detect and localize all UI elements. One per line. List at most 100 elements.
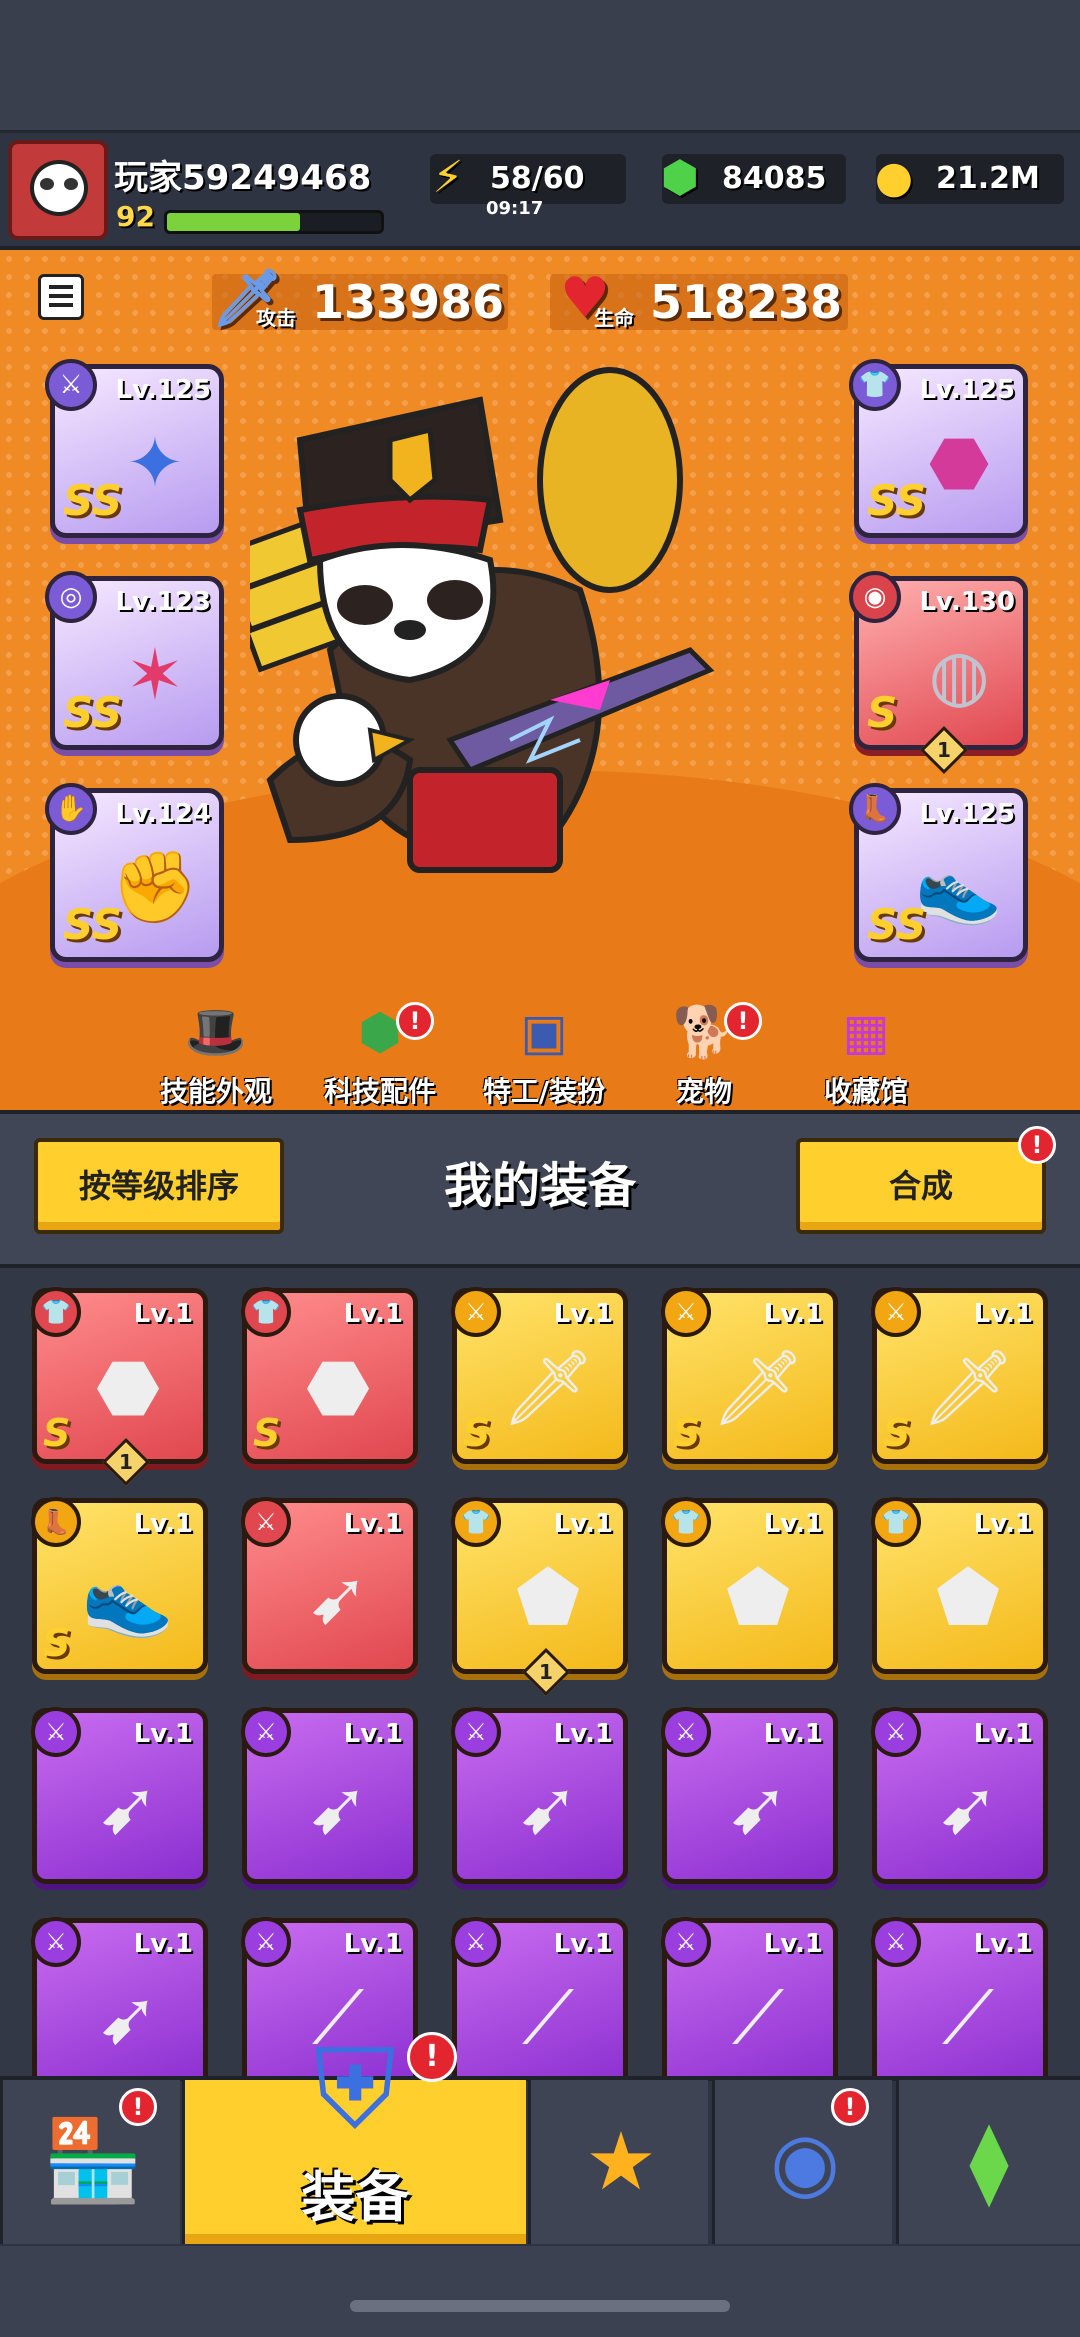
player-avatar[interactable] <box>8 140 108 240</box>
inventory-item[interactable]: ⚔ Lv.1 ⟋ <box>661 1917 838 2076</box>
gold-value: 21.2M <box>936 161 1040 196</box>
gem-counter[interactable]: ⬢ 84085 <box>661 153 846 204</box>
inventory-item[interactable]: 👕 Lv.1 ⬣ S 1 <box>31 1287 208 1487</box>
nav-skill-skin[interactable]: 🎩 技能外观 <box>136 996 296 1110</box>
inventory-item[interactable]: ⚔ Lv.1 🗡 S <box>451 1287 628 1464</box>
alert-badge: ! <box>396 1002 434 1040</box>
inventory-item[interactable]: ⚔ Lv.1 ➹ <box>451 1707 628 1884</box>
inventory-item[interactable]: ⚔ Lv.1 ➹ <box>31 1707 208 1884</box>
gold-counter[interactable]: ● 21.2M <box>875 153 1064 204</box>
katana-icon: ⟋ <box>522 1974 574 2061</box>
equip-slot-armor[interactable]: 👕 Lv.125 ⬣ SS <box>849 359 1028 538</box>
slot-type-icon: ⚔ <box>31 1917 81 1967</box>
inventory-item[interactable]: ⚔ Lv.1 🗡 S <box>871 1287 1048 1464</box>
star-swords-tab[interactable]: ★ <box>528 2080 708 2244</box>
equipment-tab[interactable]: ⛨ 装备 ! <box>182 2025 526 2244</box>
item-level: Lv.1 <box>553 1719 613 1749</box>
alert-badge: ! <box>119 2088 157 2126</box>
inventory-item[interactable]: 👕 Lv.1 ⬟ <box>661 1497 838 1674</box>
boots-icon: 👢 <box>849 783 901 835</box>
item-level: Lv.1 <box>343 1929 403 1959</box>
necklace-icon: ◎ <box>45 571 97 623</box>
slot-rank: S <box>867 688 898 737</box>
item-level: Lv.1 <box>553 1299 613 1329</box>
slot-level: Lv.125 <box>919 799 1015 829</box>
equip-slot-weapon[interactable]: ⚔ Lv.125 ✦ SS <box>45 359 224 538</box>
inventory-item[interactable]: ⚔ Lv.1 ➹ <box>871 1707 1048 1884</box>
item-level: Lv.1 <box>973 1719 1033 1749</box>
inventory-item[interactable]: 👕 Lv.1 ⬣ S <box>241 1287 418 1464</box>
sort-by-level-button[interactable]: 按等级排序 <box>34 1138 284 1234</box>
inventory-item[interactable]: ⚔ Lv.1 ⟋ <box>871 1917 1048 2076</box>
nav-agent-outfit[interactable]: ▣ 特工/装扮 <box>464 996 624 1110</box>
alert-badge: ! <box>831 2088 869 2126</box>
player-name: 玩家59249468 <box>114 158 372 198</box>
equipment-tab-label: 装备 <box>301 2166 410 2229</box>
inventory-item[interactable]: 👕 Lv.1 ⬟ <box>871 1497 1048 1674</box>
star-ball-tab[interactable]: ◉ ! <box>712 2080 892 2244</box>
equip-slot-boots[interactable]: 👢 Lv.125 👟 SS <box>849 783 1028 962</box>
slot-type-icon: 👕 <box>241 1287 291 1337</box>
nav-pet[interactable]: 🐕 宠物 ! <box>624 996 784 1110</box>
home-indicator <box>350 2300 730 2312</box>
equip-slot-glove[interactable]: ✋ Lv.124 ✊ SS <box>45 783 224 962</box>
armor-icon: ⬣ <box>305 1345 371 1431</box>
glove-icon: ✋ <box>45 783 97 835</box>
shop-tab[interactable]: 🏪 ! <box>0 2080 180 2244</box>
nav-tech-parts[interactable]: ⬢ 科技配件 ! <box>300 996 460 1110</box>
slot-type-icon: ⚔ <box>241 1497 291 1547</box>
slot-type-icon: 👕 <box>31 1287 81 1337</box>
item-level: Lv.1 <box>133 1719 193 1749</box>
inventory-item[interactable]: ⚔ Lv.1 ➹ <box>31 1917 208 2076</box>
inventory-grid: 👕 Lv.1 ⬣ S 1 👕 Lv.1 ⬣ S ⚔ Lv.1 🗡 S ⚔ Lv.1 🗡 S ⚔ Lv.1 🗡 S 👢 Lv.… <box>0 1268 1080 2076</box>
slot-type-icon: 👕 <box>871 1497 921 1547</box>
katana-icon: ⟋ <box>732 1974 784 2061</box>
item-rank: S <box>43 1621 71 1665</box>
slot-type-icon: ⚔ <box>451 1707 501 1757</box>
inventory-item[interactable]: 👕 Lv.1 ⬟ 1 <box>451 1497 628 1697</box>
equip-slot-necklace[interactable]: ◎ Lv.123 ✶ SS <box>45 571 224 750</box>
armor-icon: ⬣ <box>95 1345 161 1431</box>
vest-icon: ⬟ <box>515 1555 581 1641</box>
item-level: Lv.1 <box>133 1299 193 1329</box>
alert-badge: ! <box>407 2032 457 2082</box>
vest-icon: ⬟ <box>725 1555 791 1641</box>
inventory-item[interactable]: 👢 Lv.1 👟 S <box>31 1497 208 1674</box>
slot-level: Lv.124 <box>115 799 211 829</box>
slot-type-icon: ⚔ <box>871 1707 921 1757</box>
kunai-icon: ➹ <box>96 1765 159 1851</box>
player-level: 92 <box>116 200 155 233</box>
armor-icon: 👕 <box>849 359 901 411</box>
merge-button[interactable]: 合成 <box>796 1138 1046 1234</box>
game-screen: 玩家59249468 92 ⚡ 58/60 09:17 ⬢ 84085 ● 21… <box>0 0 1080 2337</box>
slot-type-icon: ⚔ <box>871 1917 921 1967</box>
item-rank: S <box>463 1411 491 1455</box>
dna-capsule-tab[interactable]: ⧫ <box>896 2080 1080 2244</box>
alert-badge: ! <box>724 1002 762 1040</box>
star-swords-icon: ★ <box>585 2114 657 2208</box>
sword-icon: 🗡 <box>501 1344 595 1431</box>
inventory-item[interactable]: ⚔ Lv.1 🗡 S <box>661 1287 838 1464</box>
inventory-item[interactable]: ⚔ Lv.1 ➹ <box>241 1707 418 1884</box>
kunai-icon: ➹ <box>516 1765 579 1851</box>
inventory-item[interactable]: ⚔ Lv.1 ➹ <box>661 1707 838 1884</box>
sword-icon: 🗡 <box>921 1344 1015 1431</box>
nav-collection[interactable]: ▦ 收藏馆 <box>786 996 946 1110</box>
inventory-item[interactable]: ⚔ Lv.1 ⟋ <box>451 1917 628 2076</box>
item-level: Lv.1 <box>763 1929 823 1959</box>
item-level: Lv.1 <box>973 1299 1033 1329</box>
slot-type-icon: ⚔ <box>451 1287 501 1337</box>
energy-counter[interactable]: ⚡ 58/60 <box>430 153 626 204</box>
menu-button[interactable] <box>38 274 84 320</box>
slot-type-icon: ⚔ <box>661 1707 711 1757</box>
item-rank: S <box>673 1411 701 1455</box>
equip-slot-belt[interactable]: ◉ Lv.130 ◍ S 1 <box>849 571 1028 775</box>
hero-sub-nav: 🎩 技能外观 ⬢ 科技配件 ! ▣ 特工/装扮 🐕 宠物 ! ▦ 收藏馆 <box>0 996 1080 1110</box>
inventory-item[interactable]: ⚔ Lv.1 ➹ <box>241 1497 418 1674</box>
slot-level: Lv.125 <box>115 375 211 405</box>
hat-ball-icon: 🎩 <box>184 1002 248 1061</box>
slot-type-icon: ⚔ <box>661 1287 711 1337</box>
dna-capsule-icon: ⧫ <box>969 2114 1009 2208</box>
boots-icon: 👟 <box>81 1554 175 1641</box>
kunai-icon: ➹ <box>726 1765 789 1851</box>
